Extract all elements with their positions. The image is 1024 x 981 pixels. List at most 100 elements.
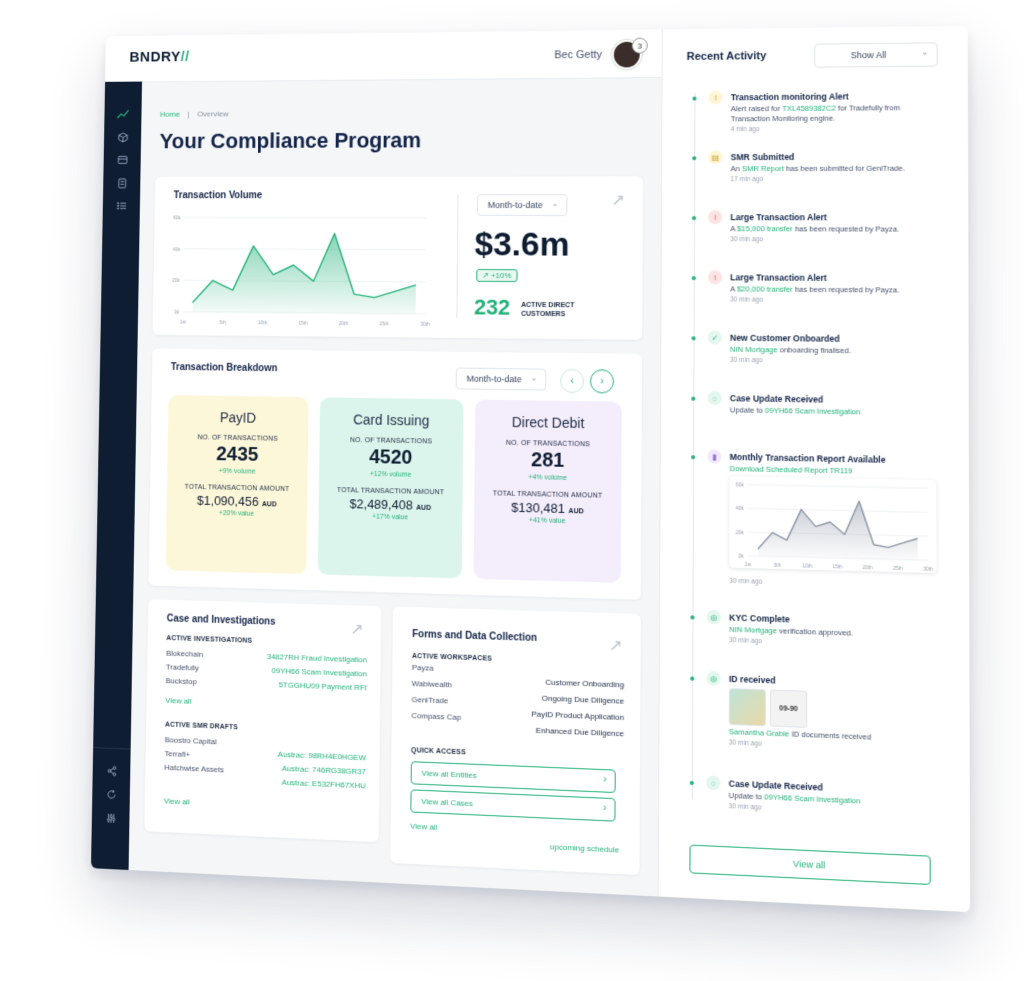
activity-link[interactable]: $15,000 transfer — [737, 224, 793, 233]
workspace-stage[interactable]: Enhanced Due Diligence — [536, 726, 624, 739]
trend-icon[interactable] — [104, 103, 141, 126]
activity-time: 30 min ago — [729, 577, 763, 586]
draft-link[interactable]: Austrac: 746RG38GR37 — [282, 764, 366, 777]
activity-link[interactable]: TXL4589382C2 — [782, 104, 836, 113]
activity-item[interactable]: ◌ Case Update Received Update to 09YH66 … — [684, 775, 954, 823]
activity-item[interactable]: ▤ SMR Submitted An SMR Report has been s… — [686, 150, 952, 186]
body-prefix: Update to — [728, 790, 765, 802]
active-investigations-label: ACTIVE INVESTIGATIONS — [166, 635, 253, 645]
activity-link[interactable]: SMR Report — [742, 164, 784, 173]
activity-item[interactable]: ! Large Transaction Alert A $20,000 tran… — [686, 270, 953, 308]
currency: AUD — [568, 508, 584, 516]
tile-count-delta: +4% volume — [528, 474, 567, 482]
user-menu[interactable]: Bec Getty 3 — [554, 37, 648, 70]
avatar[interactable]: 3 — [611, 37, 648, 70]
volume-period-dropdown[interactable]: Month-to-date ⌄ — [476, 194, 568, 216]
view-all-investigations-link[interactable]: View all — [165, 696, 191, 706]
activity-item[interactable]: ! Large Transaction Alert A $15,000 tran… — [686, 210, 953, 247]
view-all-entities-button[interactable]: View all Entities › — [410, 761, 616, 794]
view-all-drafts-link[interactable]: View all — [164, 796, 190, 806]
activity-link[interactable]: $20,000 transfer — [737, 284, 793, 293]
activity-title: Transaction monitoring Alert — [730, 91, 849, 103]
x-tick-label: 25th — [379, 321, 389, 327]
activity-link[interactable]: Samantha Grable — [729, 727, 790, 739]
case-link[interactable]: 34827RH Fraud Investigation — [267, 652, 367, 664]
draft-entity: Boostro Capital — [164, 735, 217, 747]
id-document-thumbnail[interactable] — [728, 688, 766, 727]
expand-arrow-icon[interactable]: ↗ — [612, 190, 625, 210]
y-tick-label: 0k — [738, 554, 744, 560]
bar-chart-icon: ▮ — [707, 449, 722, 464]
timeline-dot — [692, 216, 697, 221]
workspace-stage[interactable]: PayID Product Application — [531, 709, 624, 722]
tile-count-label: NO. OF TRANSACTIONS — [350, 437, 433, 446]
draft-entity: Terrafi+ — [164, 749, 191, 760]
activity-link[interactable]: NIN Mortgage — [729, 625, 777, 636]
grid-line — [748, 485, 928, 489]
activity-item[interactable]: ▮ Monthly Transaction Report Available D… — [684, 449, 953, 600]
grid-line — [748, 508, 928, 512]
activity-filter-dropdown[interactable]: Show All ⌄ — [814, 42, 938, 68]
activity-time: 30 min ago — [728, 803, 762, 812]
mini-chart-svg: 60k 40k 20k 0k1st 5th 10th 15th 20th 25th 30th — [735, 482, 933, 573]
activity-item[interactable]: ◎ ID received 09-90 Samantha Grable ID d… — [684, 670, 954, 771]
activity-link[interactable]: 09YH66 Scam Investigation — [765, 406, 860, 417]
activity-body: Update to 09YH66 Scam Investigation — [730, 405, 936, 418]
workspace-stage[interactable]: Ongoing Due Diligence — [542, 694, 625, 706]
view-all-activity-button[interactable]: View all — [689, 844, 931, 886]
alert-icon: ! — [708, 90, 723, 105]
body-suffix: verification approved. — [777, 626, 853, 638]
draft-link[interactable]: Austrac: 98RH4E0HGEW — [278, 750, 366, 763]
workspace-stage[interactable]: Customer Onboarding — [545, 678, 624, 690]
document-icon[interactable] — [103, 171, 140, 194]
activity-title: SMR Submitted — [730, 151, 795, 163]
divider — [456, 194, 459, 319]
activity-item[interactable]: ◌ Case Update Received Update to 09YH66 … — [685, 390, 953, 423]
activity-title: Monthly Transaction Report Available — [729, 451, 886, 465]
tile-payid[interactable]: PayID NO. OF TRANSACTIONS 2435 +9% volum… — [165, 395, 309, 575]
activity-link[interactable]: Download Scheduled Report TR119 — [730, 464, 853, 476]
button-label: View all Entities — [421, 768, 477, 781]
sync-icon[interactable] — [92, 781, 130, 806]
timeline-dot — [691, 336, 696, 341]
wallet-icon[interactable] — [103, 148, 140, 171]
view-all-workspaces-link[interactable]: View all — [410, 822, 437, 832]
next-button[interactable]: › — [589, 369, 615, 394]
case-link[interactable]: 5TGGHU09 Payment RFI — [279, 680, 367, 692]
draft-link[interactable]: Austrac: E532FH67XHU — [282, 778, 366, 791]
id-thumb-text: 09-90 — [779, 704, 798, 713]
list-icon[interactable] — [103, 194, 140, 217]
upcoming-schedule-link[interactable]: upcoming schedule — [550, 842, 619, 854]
cube-icon[interactable] — [104, 125, 141, 148]
expand-arrow-icon[interactable]: ↗ — [350, 619, 363, 639]
activity-body: A $20,000 transfer has been requested by… — [730, 284, 936, 295]
breakdown-period-dropdown[interactable]: Month-to-date ⌄ — [455, 367, 547, 391]
customers-label: ACTIVE DIRECT CUSTOMERS — [521, 301, 574, 319]
volume-change: +10% — [490, 271, 512, 281]
view-all-cases-button[interactable]: View all Cases › — [410, 789, 616, 822]
id-document-thumbnail[interactable]: 09-90 — [769, 689, 808, 728]
recent-activity-panel: Recent Activity Show All ⌄ ! Transaction … — [657, 25, 971, 913]
expand-arrow-icon[interactable]: ↗ — [609, 635, 623, 656]
tile-amount: $130,481 AUD — [474, 499, 621, 517]
activity-link[interactable]: 09YH66 Scam Investigation — [764, 792, 860, 805]
transaction-volume-card: Transaction Volume 60k 40k 20k 0k 1st 5th 10th… — [152, 176, 644, 340]
previous-button[interactable]: ‹ — [560, 368, 585, 394]
forms-card: Forms and Data Collection ↗ ACTIVE WORKS… — [390, 606, 641, 876]
x-tick-label: 10th — [802, 563, 812, 569]
case-link[interactable]: 09YH66 Scam Investigation — [272, 666, 367, 678]
activity-link[interactable]: NIN Mortgage — [730, 345, 778, 355]
tile-card-issuing[interactable]: Card Issuing NO. OF TRANSACTIONS 4520 +1… — [317, 397, 464, 579]
breadcrumb-home[interactable]: Home — [160, 110, 180, 119]
bndry-logo[interactable]: BNDRY// — [129, 49, 189, 66]
tile-direct-debit[interactable]: Direct Debit NO. OF TRANSACTIONS 281 +4%… — [473, 399, 622, 583]
tile-name: PayID — [219, 409, 257, 426]
activity-body: A $15,000 transfer has been requested by… — [730, 224, 936, 235]
sliders-icon[interactable] — [92, 805, 130, 830]
timeline-dot — [691, 276, 696, 281]
activity-item[interactable]: ✓ New Customer Onboarded NIN Mortgage on… — [685, 330, 953, 369]
breadcrumb-separator: | — [187, 109, 190, 119]
activity-item[interactable]: ! Transaction monitoring Alert Alert rai… — [686, 90, 952, 133]
share-icon[interactable] — [93, 758, 131, 783]
activity-item[interactable]: ◎ KYC Complete NIN Mortgage verification… — [684, 609, 953, 654]
